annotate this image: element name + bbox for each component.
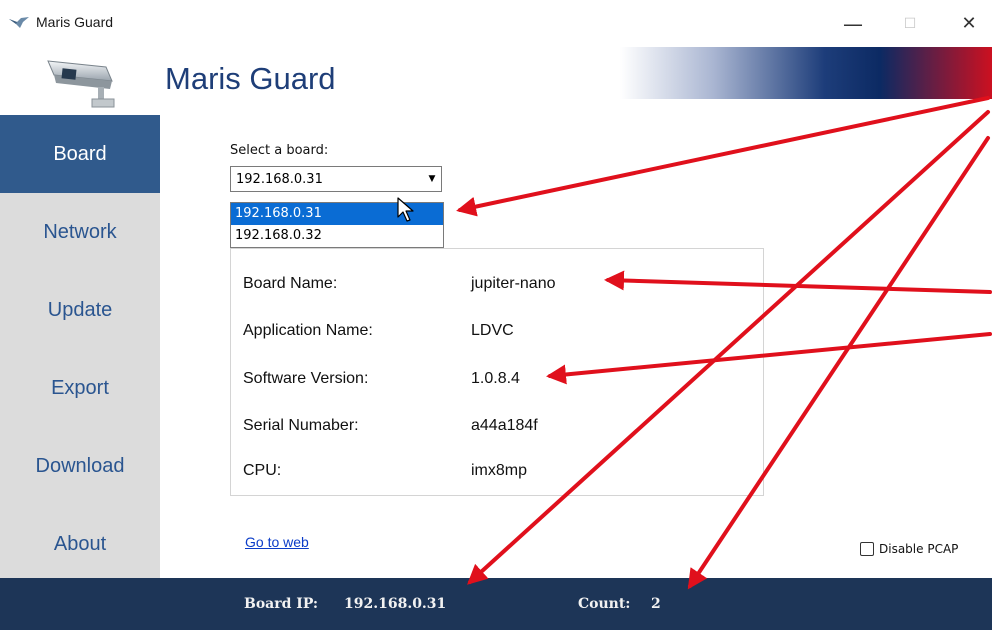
board-info-box: Board Name: jupiter-nano Application Nam… xyxy=(230,248,764,496)
board-select[interactable]: 192.168.0.31 ▼ xyxy=(230,166,442,192)
info-row-application-name: Application Name: LDVC xyxy=(243,316,753,346)
window-title: Maris Guard xyxy=(36,14,114,30)
dropdown-arrow-icon[interactable]: ▼ xyxy=(423,167,441,191)
go-to-web-link[interactable]: Go to web xyxy=(245,534,309,550)
info-key: Software Version: xyxy=(243,370,369,387)
info-value: LDVC xyxy=(471,322,514,339)
info-row-board-name: Board Name: jupiter-nano xyxy=(243,269,753,299)
bird-app-icon xyxy=(9,17,29,28)
sidebar: Board Network Update Export Download Abo… xyxy=(0,115,160,578)
info-row-cpu: CPU: imx8mp xyxy=(243,456,753,486)
info-key: Board Name: xyxy=(243,275,338,292)
board-select-value: 192.168.0.31 xyxy=(236,172,323,187)
header-banner xyxy=(620,47,992,99)
select-board-label: Select a board: xyxy=(230,143,329,158)
status-bar: Board IP: 192.168.0.31 Count: 2 xyxy=(0,578,992,630)
info-key: Serial Numaber: xyxy=(243,417,359,434)
info-value: jupiter-nano xyxy=(471,275,556,292)
info-value: imx8mp xyxy=(471,462,528,479)
minimize-button[interactable]: — xyxy=(830,0,876,47)
sidebar-item-network[interactable]: Network xyxy=(0,193,160,271)
security-camera-icon xyxy=(47,60,115,108)
checkbox-icon[interactable] xyxy=(860,542,874,556)
info-value: a44a184f xyxy=(471,417,538,434)
dropdown-option[interactable]: 192.168.0.32 xyxy=(231,225,443,247)
app-header: Maris Guard xyxy=(0,47,992,115)
info-row-software-version: Software Version: 1.0.8.4 xyxy=(243,364,753,394)
maximize-button[interactable]: ☐ xyxy=(887,0,933,47)
info-row-serial-number: Serial Numaber: a44a184f xyxy=(243,411,753,441)
sidebar-item-about[interactable]: About xyxy=(0,505,160,583)
disable-pcap-checkbox[interactable]: Disable PCAP xyxy=(860,542,958,556)
close-button[interactable]: ✕ xyxy=(946,0,992,47)
board-panel: Select a board: 192.168.0.31 ▼ 192.168.0… xyxy=(160,115,992,578)
board-ip-value: 192.168.0.31 xyxy=(344,596,447,612)
count-value: 2 xyxy=(651,596,661,612)
title-bar: Maris Guard — ☐ ✕ xyxy=(0,0,992,48)
info-key: CPU: xyxy=(243,462,282,479)
count-label: Count: xyxy=(578,596,631,612)
sidebar-item-board[interactable]: Board xyxy=(0,115,160,193)
disable-pcap-label: Disable PCAP xyxy=(879,542,959,556)
app-title: Maris Guard xyxy=(165,61,336,96)
sidebar-item-update[interactable]: Update xyxy=(0,271,160,349)
info-key: Application Name: xyxy=(243,322,373,339)
sidebar-item-export[interactable]: Export xyxy=(0,349,160,427)
sidebar-item-download[interactable]: Download xyxy=(0,427,160,505)
board-ip-label: Board IP: xyxy=(244,596,319,612)
info-value: 1.0.8.4 xyxy=(471,370,520,387)
mouse-pointer-icon xyxy=(397,197,414,222)
